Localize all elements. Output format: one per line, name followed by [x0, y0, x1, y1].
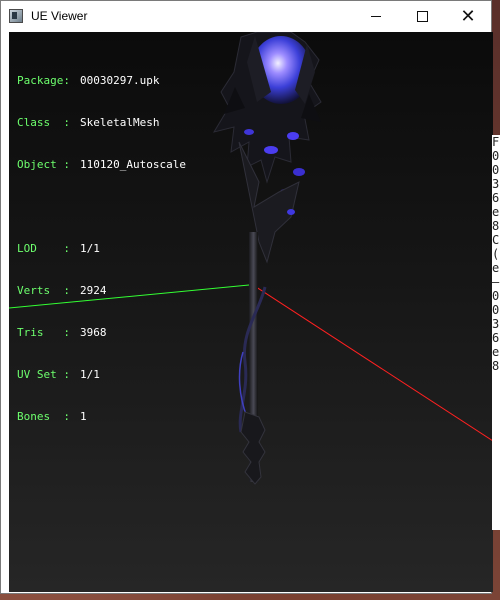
fragment-line: 0	[492, 149, 500, 163]
fragment-line: –	[492, 275, 500, 289]
app-icon	[9, 9, 23, 23]
mesh-info-overlay: Package: 00030297.upk Class : SkeletalMesh…	[17, 46, 186, 452]
info-bones-label: Bones :	[17, 410, 70, 423]
info-object-row: Object : 110120_Autoscale	[17, 158, 186, 172]
fragment-line: e	[492, 345, 500, 359]
window-title: UE Viewer	[31, 9, 88, 23]
info-lod-label: LOD :	[17, 242, 70, 255]
background-window-fragment: F 0 0 3 6 e 8 C ( e – 0 0 3 6 e 8	[492, 135, 500, 530]
staff-butt	[240, 411, 266, 485]
staff-head	[212, 32, 322, 264]
fragment-line: 6	[492, 331, 500, 345]
fragment-line: e	[492, 261, 500, 275]
info-object-value: 110120_Autoscale	[80, 158, 186, 171]
3d-viewport[interactable]: Package: 00030297.upk Class : SkeletalMesh…	[9, 32, 493, 592]
fragment-line: e	[492, 205, 500, 219]
minimize-icon	[371, 15, 381, 17]
fragment-line: 8	[492, 359, 500, 373]
fragment-line: 0	[492, 303, 500, 317]
fragment-line: 0	[492, 163, 500, 177]
info-verts-value: 2924	[80, 284, 107, 297]
info-lod-value: 1/1	[80, 242, 100, 255]
fragment-line: (	[492, 247, 500, 261]
info-object-label: Object :	[17, 158, 70, 171]
ue-viewer-window: UE Viewer ✕ Package: 00030297.upk Class …	[0, 0, 493, 594]
info-class-row: Class : SkeletalMesh	[17, 116, 186, 130]
info-bones-row: Bones : 1	[17, 410, 186, 424]
fragment-line: 6	[492, 191, 500, 205]
info-package-row: Package: 00030297.upk	[17, 74, 186, 88]
fragment-line: 3	[492, 177, 500, 191]
info-verts-row: Verts : 2924	[17, 284, 186, 298]
fragment-line: F	[492, 135, 500, 149]
info-lod-row: LOD : 1/1	[17, 242, 186, 256]
info-uvset-value: 1/1	[80, 368, 100, 381]
fragment-line: 8	[492, 219, 500, 233]
info-package-label: Package:	[17, 74, 70, 87]
info-class-value: SkeletalMesh	[80, 116, 160, 129]
info-uvset-label: UV Set :	[17, 368, 70, 381]
close-icon: ✕	[460, 5, 476, 27]
close-button[interactable]: ✕	[445, 1, 491, 31]
maximize-icon	[416, 10, 428, 22]
fragment-line: 0	[492, 289, 500, 303]
info-uvset-row: UV Set : 1/1	[17, 368, 186, 382]
info-class-label: Class :	[17, 116, 70, 129]
title-bar[interactable]: UE Viewer ✕	[1, 1, 491, 31]
fragment-line: C	[492, 233, 500, 247]
fragment-line: 3	[492, 317, 500, 331]
info-tris-row: Tris : 3968	[17, 326, 186, 340]
info-bones-value: 1	[80, 410, 87, 423]
info-tris-value: 3968	[80, 326, 107, 339]
minimize-button[interactable]	[353, 1, 399, 31]
x-axis-line	[252, 284, 493, 442]
info-tris-label: Tris :	[17, 326, 70, 339]
maximize-button[interactable]	[399, 1, 445, 31]
info-verts-label: Verts :	[17, 284, 70, 297]
info-package-value: 00030297.upk	[80, 74, 160, 87]
